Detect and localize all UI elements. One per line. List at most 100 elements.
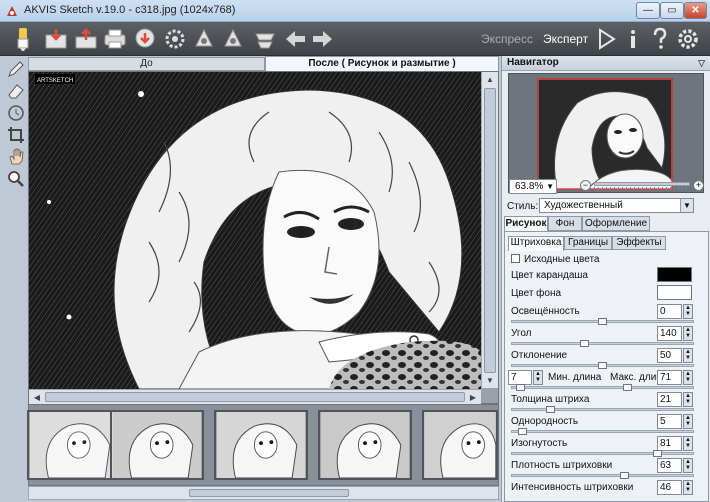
zoom-slider[interactable] bbox=[594, 182, 690, 186]
curvature-slider[interactable] bbox=[511, 452, 694, 455]
expert-mode-button[interactable]: Эксперт bbox=[543, 32, 588, 46]
maximize-button[interactable]: ▭ bbox=[660, 2, 684, 19]
tab-before[interactable]: До bbox=[28, 57, 265, 71]
max-length-spinner[interactable]: ▲ ▼ bbox=[683, 370, 693, 385]
info-icon[interactable] bbox=[620, 26, 646, 52]
angle-input[interactable]: 140 bbox=[657, 326, 682, 341]
thickness-spinner[interactable]: ▲ ▼ bbox=[683, 392, 693, 407]
deviation-input[interactable]: 50 bbox=[657, 348, 682, 363]
zoom-out-button[interactable]: − bbox=[580, 180, 591, 191]
preset-thumbnail[interactable] bbox=[110, 410, 204, 480]
print-icon[interactable] bbox=[102, 26, 128, 52]
density-slider-knob[interactable] bbox=[620, 472, 629, 479]
scroll-thumb[interactable] bbox=[189, 489, 349, 497]
zoom-tool-icon[interactable] bbox=[6, 169, 26, 189]
crop-tool-icon[interactable] bbox=[6, 125, 26, 145]
length-range-slider[interactable] bbox=[511, 386, 694, 389]
thickness-slider[interactable] bbox=[511, 408, 694, 411]
deviation-slider-knob[interactable] bbox=[598, 362, 607, 369]
tab-background[interactable]: Фон bbox=[548, 216, 582, 231]
preset-thumbnail[interactable] bbox=[214, 410, 308, 480]
chevron-down-icon: ▼ bbox=[546, 182, 554, 191]
undo-arrow-icon[interactable] bbox=[283, 26, 309, 52]
batch-icon[interactable] bbox=[191, 26, 217, 52]
scroll-up-icon[interactable]: ▲ bbox=[482, 72, 498, 87]
settings-gear-icon[interactable] bbox=[162, 26, 188, 52]
min-length-knob[interactable] bbox=[516, 384, 525, 391]
preset-thumbnail[interactable] bbox=[318, 410, 412, 480]
curvature-spinner[interactable]: ▲ ▼ bbox=[683, 436, 693, 451]
plugin-icon[interactable] bbox=[220, 26, 246, 52]
tab-hatching[interactable]: Штриховка bbox=[508, 236, 564, 251]
image-canvas[interactable]: ARTSKETCH bbox=[28, 71, 499, 404]
brightness-input[interactable]: 0 bbox=[657, 304, 682, 319]
min-length-input[interactable]: 7 bbox=[508, 370, 532, 385]
angle-slider[interactable] bbox=[511, 342, 694, 345]
angle-spinner[interactable]: ▲ ▼ bbox=[683, 326, 693, 341]
zoom-level-select[interactable]: 63.8% ▼ bbox=[509, 179, 557, 194]
tab-borders[interactable]: Границы bbox=[564, 236, 612, 250]
close-button[interactable]: ✕ bbox=[684, 2, 707, 19]
navigator-preview[interactable] bbox=[508, 73, 704, 193]
curvature-slider-knob[interactable] bbox=[653, 450, 662, 457]
max-length-input[interactable]: 71 bbox=[657, 370, 682, 385]
pencil-tool-icon[interactable] bbox=[6, 59, 26, 79]
brightness-spinner[interactable]: ▲ ▼ bbox=[683, 304, 693, 319]
run-play-icon[interactable] bbox=[593, 26, 619, 52]
tab-decoration[interactable]: Оформление bbox=[582, 216, 650, 231]
zoom-in-button[interactable]: + bbox=[693, 180, 704, 191]
open-file-icon[interactable] bbox=[43, 26, 69, 52]
preset-thumbnail[interactable] bbox=[27, 410, 121, 480]
scroll-right-icon[interactable]: ▶ bbox=[465, 390, 481, 405]
preset-thumbnail[interactable] bbox=[422, 410, 498, 480]
thickness-label: Толщина штриха bbox=[511, 394, 590, 405]
left-toolbar bbox=[4, 57, 28, 477]
pencil-color-swatch[interactable] bbox=[657, 267, 692, 282]
scroll-thumb[interactable] bbox=[484, 88, 496, 373]
help-icon[interactable] bbox=[647, 26, 673, 52]
density-slider[interactable] bbox=[511, 474, 694, 477]
preferences-gear-icon[interactable] bbox=[675, 26, 701, 52]
intensity-spinner[interactable]: ▲ ▼ bbox=[683, 480, 693, 495]
minimize-button[interactable]: — bbox=[636, 2, 660, 19]
presets-icon[interactable] bbox=[252, 26, 278, 52]
sketch-image: ARTSKETCH bbox=[29, 72, 481, 389]
bg-color-swatch[interactable] bbox=[657, 285, 692, 300]
min-length-spinner[interactable]: ▲ ▼ bbox=[533, 370, 543, 385]
brush-logo-icon[interactable] bbox=[10, 26, 36, 52]
redo-arrow-icon[interactable] bbox=[309, 26, 335, 52]
history-brush-icon[interactable] bbox=[6, 103, 26, 123]
save-file-icon[interactable] bbox=[73, 26, 99, 52]
thickness-input[interactable]: 21 bbox=[657, 392, 682, 407]
scroll-down-icon[interactable]: ▼ bbox=[482, 373, 498, 388]
max-length-knob[interactable] bbox=[623, 384, 632, 391]
intensity-input[interactable]: 46 bbox=[657, 480, 682, 495]
uniformity-spinner[interactable]: ▲ ▼ bbox=[683, 414, 693, 429]
thickness-slider-knob[interactable] bbox=[546, 406, 555, 413]
uniformity-input[interactable]: 5 bbox=[657, 414, 682, 429]
tab-after[interactable]: После ( Рисунок и размытие ) bbox=[265, 56, 499, 71]
eraser-tool-icon[interactable] bbox=[6, 81, 26, 101]
density-input[interactable]: 63 bbox=[657, 458, 682, 473]
express-mode-button[interactable]: Экспресс bbox=[481, 32, 533, 46]
image-vertical-scrollbar[interactable]: ▲ ▼ bbox=[481, 72, 498, 388]
share-icon[interactable] bbox=[132, 26, 158, 52]
collapse-icon[interactable]: ▽ bbox=[698, 56, 705, 70]
tab-drawing[interactable]: Рисунок bbox=[504, 216, 548, 232]
scroll-thumb[interactable] bbox=[45, 392, 465, 402]
scroll-left-icon[interactable]: ◀ bbox=[29, 390, 45, 405]
filmstrip-scrollbar[interactable] bbox=[28, 486, 499, 500]
watermark-text: ARTSKETCH bbox=[37, 78, 73, 84]
uniformity-slider[interactable] bbox=[511, 430, 694, 433]
style-select[interactable]: Художественный ▼ bbox=[539, 198, 694, 213]
density-spinner[interactable]: ▲ ▼ bbox=[683, 458, 693, 473]
curvature-input[interactable]: 81 bbox=[657, 436, 682, 451]
source-colors-checkbox[interactable] bbox=[511, 254, 520, 263]
deviation-spinner[interactable]: ▲ ▼ bbox=[683, 348, 693, 363]
hand-tool-icon[interactable] bbox=[6, 147, 26, 167]
tab-effects[interactable]: Эффекты bbox=[612, 236, 666, 250]
uniformity-slider-knob[interactable] bbox=[518, 428, 527, 435]
angle-slider-knob[interactable] bbox=[580, 340, 589, 347]
image-horizontal-scrollbar[interactable]: ◀ ▶ bbox=[29, 389, 481, 404]
brightness-slider-knob[interactable] bbox=[598, 318, 607, 325]
